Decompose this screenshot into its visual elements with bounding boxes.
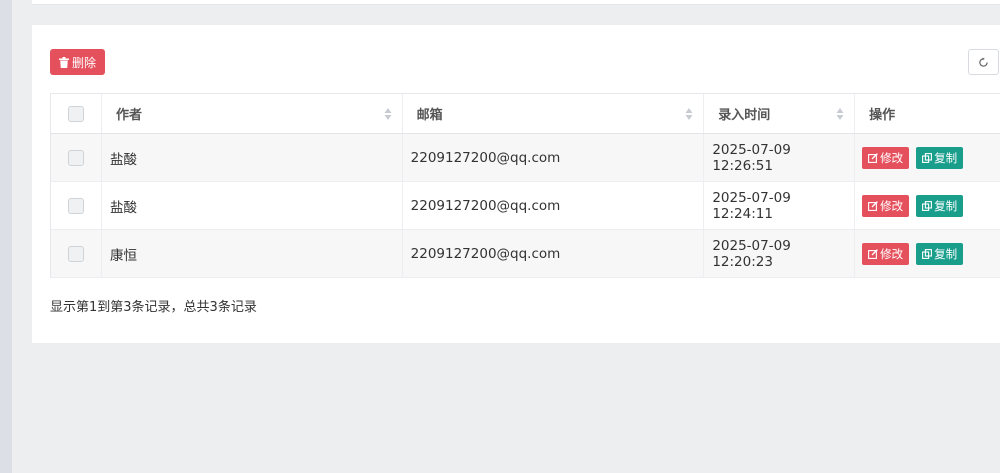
header-checkbox-cell (51, 94, 102, 133)
email-cell: 2209127200@qq.com (403, 230, 705, 277)
copy-icon (922, 200, 933, 211)
edit-button-label: 修改 (880, 150, 904, 165)
row-checkbox[interactable] (67, 149, 84, 166)
actions-cell: 修改 复制 (855, 134, 1000, 181)
left-sidebar-strip (0, 0, 12, 473)
sort-icon (384, 108, 392, 120)
copy-button[interactable]: 复制 (916, 194, 964, 217)
email-cell: 2209127200@qq.com (403, 134, 705, 181)
header-actions-label: 操作 (869, 108, 896, 123)
content-panel: 删除 作者 邮箱 录入时间 操作 盐酸 2209127200@qq.com 20… (32, 25, 1000, 343)
copy-button-label: 复制 (934, 246, 958, 261)
header-author[interactable]: 作者 (102, 94, 403, 133)
header-actions: 操作 (855, 94, 1000, 133)
time-cell: 2025-07-09 12:26:51 (704, 134, 856, 181)
trash-icon (58, 56, 69, 68)
row-checkbox[interactable] (67, 245, 84, 262)
author-cell: 康恒 (102, 230, 403, 277)
actions-cell: 修改 复制 (855, 182, 1000, 229)
top-card-edge (32, 0, 1000, 5)
header-email-label: 邮箱 (416, 108, 443, 123)
row-checkbox-cell (51, 230, 102, 277)
header-email[interactable]: 邮箱 (403, 94, 705, 133)
copy-button[interactable]: 复制 (916, 146, 964, 169)
header-time-label: 录入时间 (718, 108, 771, 123)
edit-button-label: 修改 (880, 246, 904, 261)
refresh-icon (979, 56, 988, 67)
refresh-button[interactable] (968, 49, 999, 75)
actions-cell: 修改 复制 (855, 230, 1000, 277)
edit-icon (868, 152, 879, 163)
time-cell: 2025-07-09 12:20:23 (704, 230, 856, 277)
time-cell: 2025-07-09 12:24:11 (704, 182, 856, 229)
row-checkbox[interactable] (67, 197, 84, 214)
edit-icon (868, 200, 879, 211)
row-checkbox-cell (51, 182, 102, 229)
edit-button[interactable]: 修改 (862, 146, 910, 169)
sort-icon (836, 108, 844, 120)
edit-button-label: 修改 (880, 198, 904, 213)
author-cell: 盐酸 (102, 134, 403, 181)
copy-icon (922, 152, 933, 163)
copy-icon (922, 248, 933, 259)
delete-button-label: 删除 (71, 55, 96, 70)
records-table: 作者 邮箱 录入时间 操作 盐酸 2209127200@qq.com 2025-… (50, 93, 1000, 278)
table-row: 康恒 2209127200@qq.com 2025-07-09 12:20:23… (51, 230, 1000, 278)
select-all-checkbox[interactable] (67, 105, 84, 122)
edit-icon (868, 248, 879, 259)
copy-button-label: 复制 (934, 150, 958, 165)
table-header-row: 作者 邮箱 录入时间 操作 (51, 94, 1000, 134)
copy-button-label: 复制 (934, 198, 958, 213)
table-row: 盐酸 2209127200@qq.com 2025-07-09 12:26:51… (51, 134, 1000, 182)
author-cell: 盐酸 (102, 182, 403, 229)
email-cell: 2209127200@qq.com (403, 182, 705, 229)
delete-button[interactable]: 删除 (50, 49, 105, 75)
pagination-summary: 显示第1到第3条记录，总共3条记录 (50, 300, 257, 315)
sort-icon (685, 108, 693, 120)
edit-button[interactable]: 修改 (862, 242, 910, 265)
row-checkbox-cell (51, 134, 102, 181)
edit-button[interactable]: 修改 (862, 194, 910, 217)
header-time[interactable]: 录入时间 (704, 94, 856, 133)
table-row: 盐酸 2209127200@qq.com 2025-07-09 12:24:11… (51, 182, 1000, 230)
header-author-label: 作者 (115, 108, 142, 123)
copy-button[interactable]: 复制 (916, 242, 964, 265)
